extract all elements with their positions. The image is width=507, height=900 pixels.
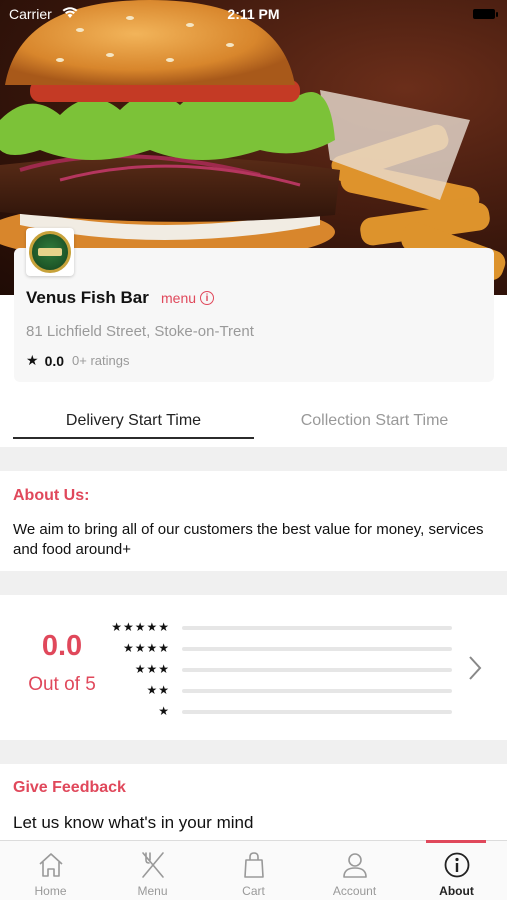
user-icon xyxy=(343,853,367,878)
rating-bar-row: ★★ xyxy=(100,683,460,697)
restaurant-logo xyxy=(26,228,74,276)
rating-score: 0.0 xyxy=(44,352,65,369)
rating-bar-row: ★★★★ xyxy=(100,641,460,655)
section-divider xyxy=(0,571,507,595)
feedback-prompt[interactable]: Let us know what's in your mind xyxy=(13,813,253,833)
rating-bar-row: ★★★★★ xyxy=(100,620,460,634)
about-title: About Us: xyxy=(13,487,90,504)
star-rating-label: ★★★★★ xyxy=(111,620,170,634)
home-icon xyxy=(39,853,63,877)
battery-icon xyxy=(473,9,498,19)
chevron-right-icon[interactable] xyxy=(466,655,484,686)
rating-bar-track xyxy=(182,647,452,651)
info-icon xyxy=(444,852,470,878)
rating-bar-track xyxy=(182,668,452,672)
rating-bar-track xyxy=(182,710,452,714)
ratings-count: 0+ ratings xyxy=(72,353,130,368)
active-tab-indicator xyxy=(426,840,486,843)
star-rating-label: ★★ xyxy=(146,683,170,697)
menu-link-label: menu xyxy=(161,290,197,306)
rating-bar-track xyxy=(182,626,452,630)
tab-delivery-start-time[interactable]: Delivery Start Time xyxy=(13,412,254,430)
feedback-title[interactable]: Give Feedback xyxy=(13,779,126,797)
tabbar-label: Cart xyxy=(242,884,265,898)
tabbar-item-cart[interactable]: Cart xyxy=(203,841,304,900)
active-tab-indicator xyxy=(13,437,254,439)
restaurant-name: Venus Fish Bar xyxy=(26,288,149,307)
tabbar-label: Account xyxy=(332,884,377,898)
menu-link[interactable]: menu i xyxy=(161,290,215,306)
about-text: We aim to bring all of our customers the… xyxy=(13,521,484,558)
section-divider xyxy=(0,447,507,471)
bottom-tab-bar: Home Menu Cart Account About xyxy=(0,840,507,900)
rating-row: ★ 0.0 0+ ratings xyxy=(26,352,129,369)
rating-bar-track xyxy=(182,689,452,693)
tabbar-item-account[interactable]: Account xyxy=(304,841,405,900)
restaurant-info-card: Venus Fish Bar menu i 81 Lichfield Stree… xyxy=(14,228,494,382)
section-divider xyxy=(0,740,507,764)
restaurant-address: 81 Lichfield Street, Stoke-on-Trent xyxy=(26,323,254,340)
shopping-bag-icon xyxy=(244,852,264,878)
status-bar: Carrier 2:11 PM xyxy=(0,0,507,28)
tabbar-label: Home xyxy=(34,884,67,898)
star-icon: ★ xyxy=(26,352,39,368)
star-rating-label: ★★★★ xyxy=(122,641,170,655)
cutlery-icon xyxy=(142,852,164,878)
tabbar-item-home[interactable]: Home xyxy=(0,841,101,900)
rating-bar-row: ★★★ xyxy=(100,662,460,676)
info-icon: i xyxy=(200,291,215,305)
star-rating-label: ★ xyxy=(158,704,170,718)
rating-bar-row: ★ xyxy=(100,704,460,718)
clock: 2:11 PM xyxy=(227,6,280,22)
star-rating-label: ★★★ xyxy=(134,662,170,676)
tabbar-label: About xyxy=(439,884,474,898)
tabbar-label: Menu xyxy=(137,884,168,898)
tabbar-item-about[interactable]: About xyxy=(406,841,507,900)
tabbar-item-menu[interactable]: Menu xyxy=(102,841,203,900)
tab-collection-start-time[interactable]: Collection Start Time xyxy=(254,412,495,430)
time-tabs: Delivery Start Time Collection Start Tim… xyxy=(0,400,507,442)
